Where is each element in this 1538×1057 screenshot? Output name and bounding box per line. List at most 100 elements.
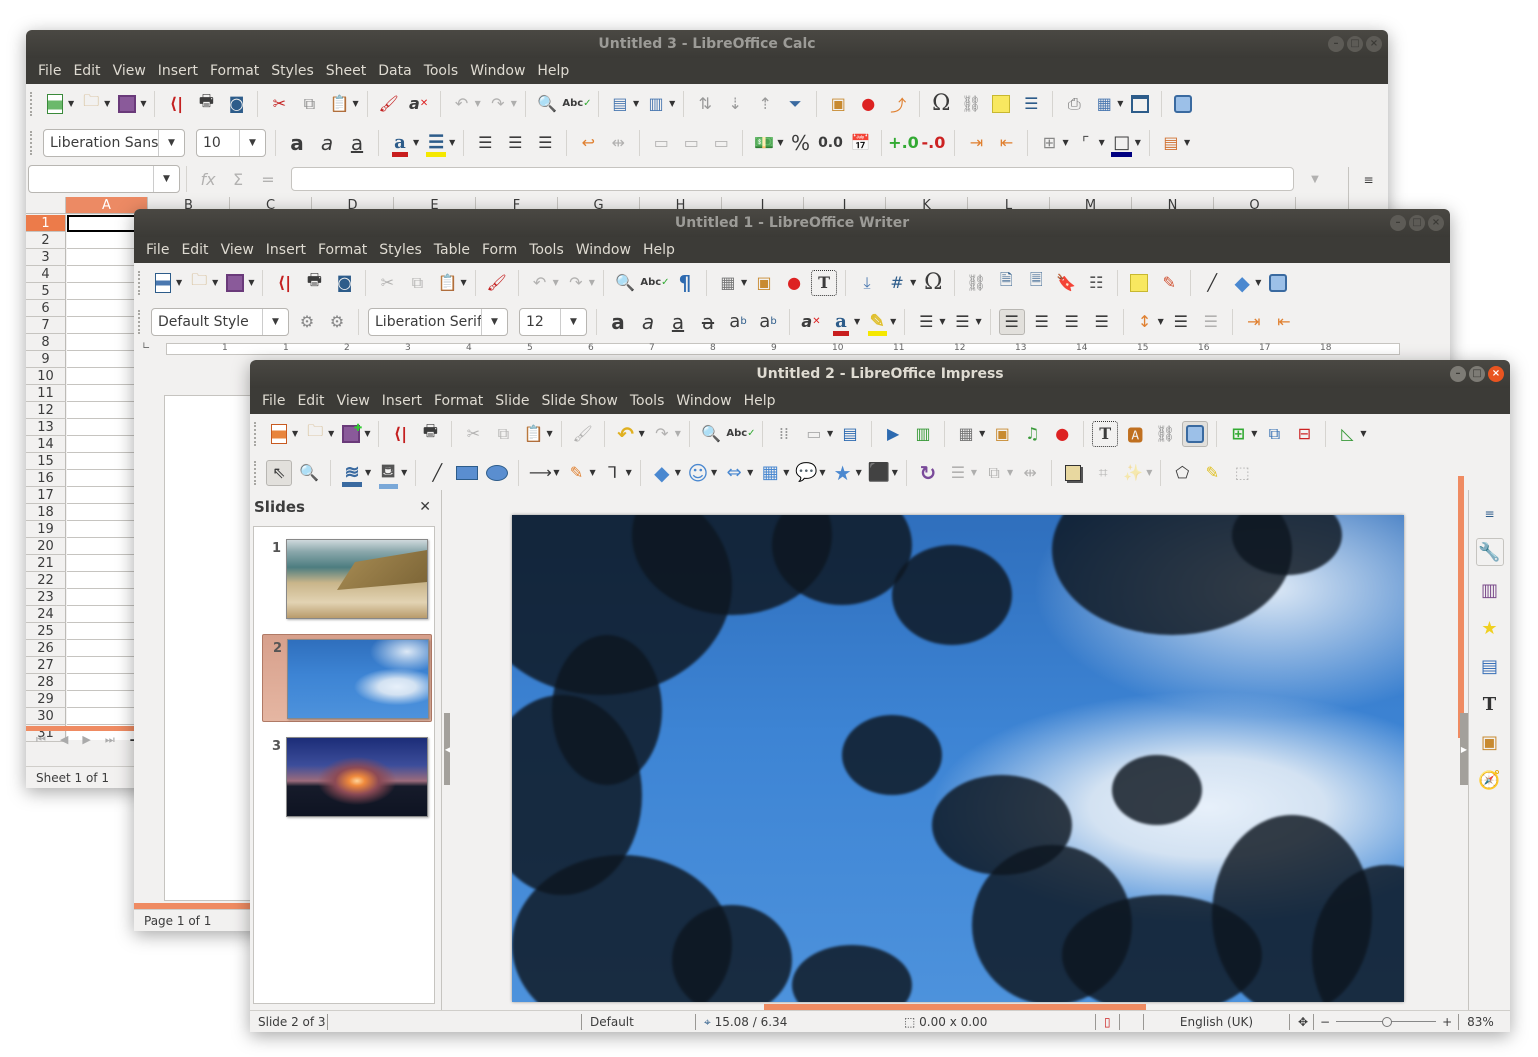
current-slide-image[interactable] (512, 515, 1404, 1002)
cross-reference-icon[interactable]: ☷ (1083, 270, 1109, 296)
close-button[interactable]: × (1366, 36, 1382, 52)
header-footer-icon[interactable]: ☰ (1018, 91, 1044, 117)
superscript-icon[interactable]: ab (725, 309, 751, 335)
line-spacing-icon[interactable]: ↕ (1132, 309, 1158, 335)
chevron-down-icon[interactable]: ▼ (158, 129, 184, 156)
row-header[interactable]: 20 (26, 538, 66, 555)
row-header[interactable]: 27 (26, 657, 66, 674)
insert-media-icon[interactable]: ♫ (1019, 421, 1045, 447)
menu-file[interactable]: File (256, 388, 291, 414)
align-left-icon[interactable]: ☰ (472, 130, 498, 156)
master-slide-name[interactable]: Default (582, 1013, 696, 1030)
line-color-icon[interactable]: ≋ (339, 460, 365, 487)
glue-points-icon[interactable]: ✎ (1199, 460, 1225, 486)
toolbar-grip[interactable] (30, 91, 34, 116)
clone-formatting-icon[interactable]: 🖌 (376, 91, 402, 117)
clear-formatting-icon[interactable]: a ✕ (406, 91, 432, 117)
print-icon[interactable]: 🖶 (417, 421, 443, 447)
font-size-combo[interactable]: 10 ▼ (196, 128, 266, 157)
insert-image-icon[interactable]: ▣ (989, 421, 1015, 447)
find-replace-icon[interactable]: 🔍 (698, 421, 724, 447)
menu-insert[interactable]: Insert (152, 58, 204, 84)
save-icon[interactable] (222, 270, 248, 296)
menu-help[interactable]: Help (531, 58, 575, 84)
row-header[interactable]: 22 (26, 572, 66, 589)
underline-icon[interactable]: a (665, 309, 691, 335)
endnote-icon[interactable]: 🗏 (1023, 270, 1049, 296)
wrap-text-icon[interactable]: ↩ (575, 130, 601, 156)
decrease-indent-icon[interactable]: ⇤ (993, 130, 1019, 156)
increase-paragraph-spacing-icon[interactable]: ☰ (1168, 309, 1194, 335)
row-header[interactable]: 13 (26, 419, 66, 436)
last-sheet-icon[interactable]: ⏭ (105, 733, 115, 747)
sort-descending-icon[interactable]: ⇡ (752, 91, 778, 117)
insert-chart-icon[interactable]: ● (781, 270, 807, 296)
row-header[interactable]: 29 (26, 691, 66, 708)
sort-ascending-icon[interactable]: ⇣ (722, 91, 748, 117)
properties-wrench-icon[interactable]: 🔧 (1475, 538, 1504, 566)
insert-field-icon[interactable]: # (884, 270, 910, 296)
row-header[interactable]: 16 (26, 470, 66, 487)
display-views-icon[interactable]: ▭ (801, 421, 827, 447)
basic-shapes-icon[interactable]: ◆ (1229, 270, 1255, 296)
flowchart-icon[interactable]: ▦ (757, 460, 783, 486)
menu-view[interactable]: View (215, 237, 260, 263)
clear-formatting-icon[interactable]: a ✕ (798, 309, 824, 335)
chevron-down-icon[interactable]: ▼ (481, 308, 507, 335)
block-arrows-icon[interactable]: ⇔ (721, 460, 747, 486)
toolbar-grip[interactable] (254, 460, 258, 485)
align-right-icon[interactable]: ☰ (532, 130, 558, 156)
paste-icon[interactable]: 📋 (434, 270, 460, 296)
align-top-icon[interactable]: ▭ (648, 130, 674, 156)
insert-chart-icon[interactable]: ● (1049, 421, 1075, 447)
close-pane-icon[interactable]: ✕ (419, 499, 431, 515)
menu-tools[interactable]: Tools (624, 388, 671, 414)
points-icon[interactable]: ⬠ (1169, 460, 1195, 486)
arrange-icon[interactable]: ⧉ (981, 460, 1007, 486)
insert-row-icon[interactable]: ▤ (607, 91, 633, 117)
row-header[interactable]: 9 (26, 351, 66, 368)
menu-help[interactable]: Help (738, 388, 782, 414)
new-presentation-icon[interactable] (266, 421, 292, 447)
spelling-icon[interactable]: Abc ✓ (562, 91, 591, 117)
update-style-icon[interactable]: ⚙ (294, 309, 320, 335)
shadow-icon[interactable] (1060, 460, 1086, 486)
collapse-sidebar-handle[interactable]: ▶ (1460, 713, 1468, 785)
slide-transition-icon[interactable]: ▥ (1476, 576, 1504, 604)
formatting-marks-icon[interactable]: ¶ (672, 270, 698, 296)
ruler-scale[interactable]: 1 1 2 3 4 5 6 7 8 9 10 11 12 13 14 15 16 17 18 (166, 343, 1400, 355)
numbered-list-icon[interactable]: ☰ (949, 309, 975, 335)
row-header[interactable]: 5 (26, 283, 66, 300)
increase-indent-icon[interactable]: ⇥ (1241, 309, 1267, 335)
minimize-button[interactable]: – (1450, 366, 1466, 382)
menu-insert[interactable]: Insert (376, 388, 428, 414)
calc-titlebar[interactable]: Untitled 3 - LibreOffice Calc – □ × (26, 30, 1388, 58)
split-window-icon[interactable] (1127, 91, 1153, 117)
menu-data[interactable]: Data (372, 58, 417, 84)
gallery-icon[interactable]: ▣ (1476, 728, 1504, 756)
delete-slide-icon[interactable]: ⊟ (1291, 421, 1317, 447)
row-header[interactable]: 18 (26, 504, 66, 521)
slide-thumbnail-3[interactable]: 3 (262, 733, 432, 821)
toolbar-grip[interactable] (138, 309, 142, 334)
menu-format[interactable]: Format (312, 237, 373, 263)
shapes-icon[interactable] (1265, 270, 1291, 296)
row-header[interactable]: 25 (26, 623, 66, 640)
delete-decimal-place-icon[interactable]: -.0 (920, 130, 946, 156)
underline-icon[interactable]: a (344, 130, 370, 156)
italic-icon[interactable]: a (635, 309, 661, 335)
navigator-compass-icon[interactable]: 🧭 (1476, 766, 1504, 794)
menu-window[interactable]: Window (570, 237, 637, 263)
font-name-combo[interactable]: Liberation Serif ▼ (368, 307, 508, 336)
impress-titlebar[interactable]: Untitled 2 - LibreOffice Impress – □ × (250, 360, 1510, 388)
conditional-format-icon[interactable]: ▤ (1158, 130, 1184, 156)
selection-mode-icon[interactable]: ✥ (1290, 1013, 1314, 1030)
insert-ellipse-icon[interactable] (484, 460, 510, 486)
bold-icon[interactable]: a (284, 130, 310, 156)
crop-icon[interactable]: ⌗ (1090, 460, 1116, 486)
clone-formatting-icon[interactable]: 🖌 (570, 421, 596, 447)
chevron-down-icon[interactable]: ▼ (560, 308, 586, 335)
freeze-rows-columns-icon[interactable]: ▦ (1091, 91, 1117, 117)
row-header[interactable]: 8 (26, 334, 66, 351)
row-header[interactable]: 28 (26, 674, 66, 691)
